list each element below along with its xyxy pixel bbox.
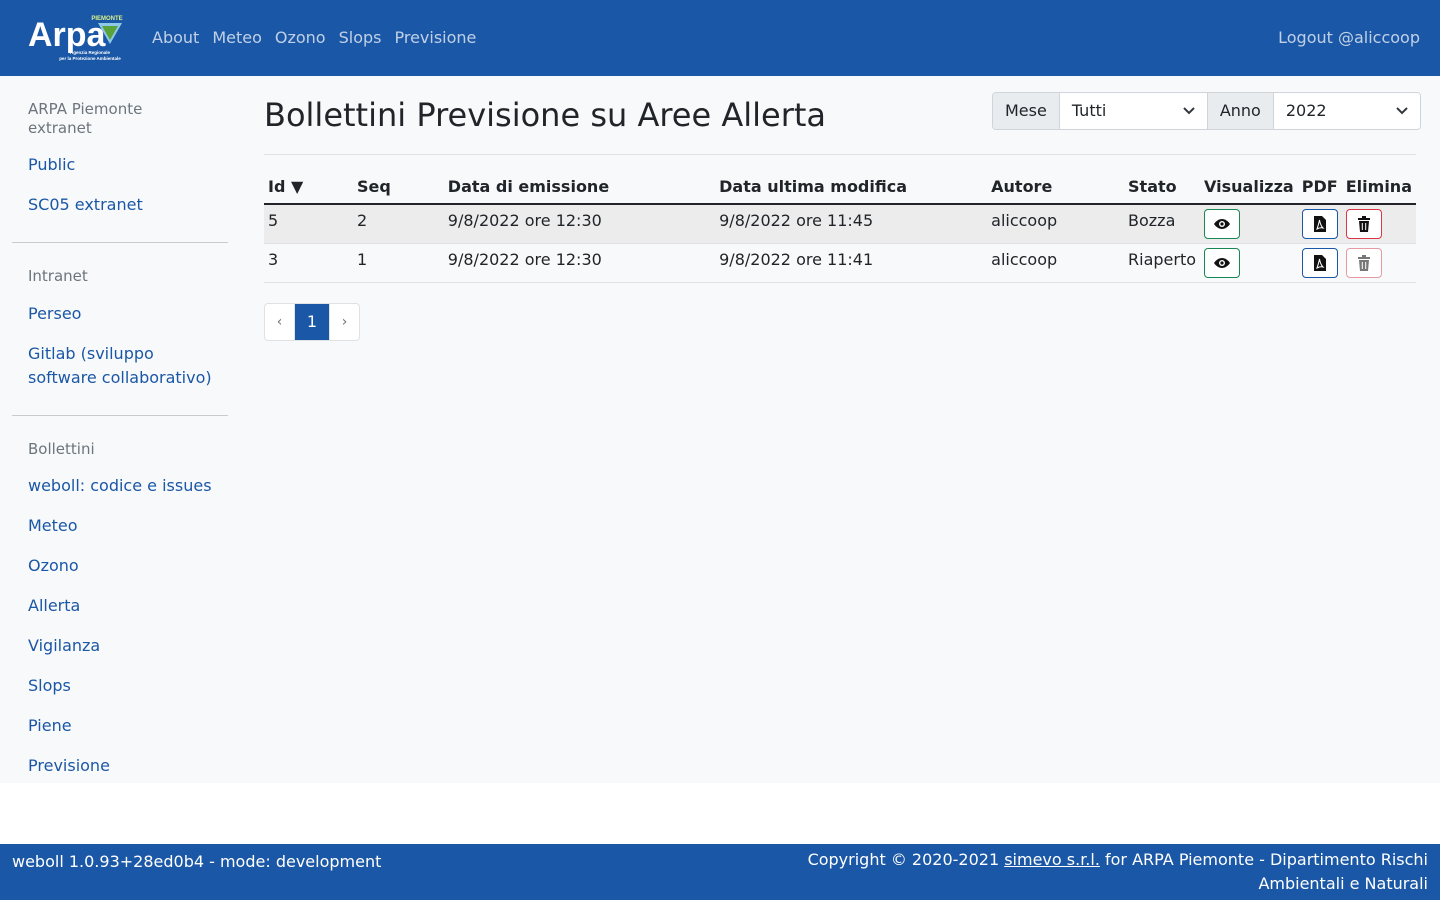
sidebar-heading-extranet: ARPA Piemonte extranet bbox=[28, 100, 143, 137]
copyright: Copyright © 2020-2021 simevo s.r.l. for … bbox=[728, 848, 1428, 896]
chevron-down-icon bbox=[1396, 93, 1408, 129]
copyright-suffix: for ARPA Piemonte - Dipartimento Rischi … bbox=[1099, 850, 1428, 893]
nav-link-previsione[interactable]: Previsione bbox=[394, 27, 476, 49]
cell-modifica: 9/8/2022 ore 11:45 bbox=[715, 204, 988, 244]
mese-label: Mese bbox=[993, 93, 1060, 129]
pagination-page-current[interactable]: 1 bbox=[295, 304, 329, 340]
logout-link[interactable]: Logout @aliccoop bbox=[1278, 27, 1420, 49]
company-link[interactable]: simevo s.r.l. bbox=[1004, 850, 1100, 869]
sidebar: ARPA Piemonte extranet Public SC05 extra… bbox=[12, 76, 228, 778]
page-title: Bollettini Previsione su Aree Allerta bbox=[264, 96, 826, 134]
cell-elimina bbox=[1341, 243, 1416, 283]
sidebar-heading-bollettini: Bollettini bbox=[28, 440, 95, 458]
sidebar-link-public[interactable]: Public bbox=[12, 153, 228, 177]
cell-id: 5 bbox=[264, 204, 353, 244]
pdf-button[interactable] bbox=[1301, 209, 1338, 239]
sidebar-link-weboll[interactable]: weboll: codice e issues bbox=[12, 474, 228, 498]
nav-link-about[interactable]: About bbox=[152, 27, 199, 49]
delete-button[interactable] bbox=[1345, 209, 1382, 239]
svg-text:Agenzia Regionale: Agenzia Regionale bbox=[70, 50, 111, 55]
column-header-modifica: Data ultima modifica bbox=[715, 171, 988, 205]
sidebar-link-piene[interactable]: Piene bbox=[12, 714, 228, 738]
pagination: ‹ 1 › bbox=[264, 303, 360, 341]
cell-stato: Bozza bbox=[1124, 204, 1201, 244]
cell-autore: aliccoop bbox=[987, 243, 1125, 283]
cell-visualizza bbox=[1200, 204, 1298, 244]
delete-button-disabled[interactable] bbox=[1345, 248, 1382, 278]
column-header-visualizza: Visualizza bbox=[1200, 171, 1298, 205]
cell-autore: aliccoop bbox=[987, 204, 1125, 244]
cell-emissione: 9/8/2022 ore 12:30 bbox=[443, 243, 716, 283]
cell-seq: 1 bbox=[353, 243, 444, 283]
cell-emissione: 9/8/2022 ore 12:30 bbox=[443, 204, 716, 244]
sidebar-link-previsione[interactable]: Previsione bbox=[12, 754, 228, 778]
sidebar-link-meteo[interactable]: Meteo bbox=[12, 514, 228, 538]
main-nav: About Meteo Ozono Slops Previsione bbox=[152, 27, 489, 49]
cell-id: 3 bbox=[264, 243, 353, 283]
sidebar-divider bbox=[12, 242, 228, 243]
cell-stato: Riaperto bbox=[1124, 243, 1201, 283]
pagination-next[interactable]: › bbox=[329, 304, 359, 340]
view-button[interactable] bbox=[1204, 209, 1241, 239]
cell-visualizza bbox=[1200, 243, 1298, 283]
file-pdf-icon bbox=[1313, 255, 1326, 271]
trash-icon bbox=[1357, 216, 1370, 232]
table-row: 3 1 9/8/2022 ore 12:30 9/8/2022 ore 11:4… bbox=[264, 243, 1416, 283]
mese-selected-value: Tutti bbox=[1071, 101, 1107, 120]
column-header-seq: Seq bbox=[353, 171, 444, 205]
mese-select[interactable]: Tutti bbox=[1059, 93, 1208, 129]
cell-modifica: 9/8/2022 ore 11:41 bbox=[715, 243, 988, 283]
anno-selected-value: 2022 bbox=[1285, 101, 1327, 120]
cell-elimina bbox=[1341, 204, 1416, 244]
title-divider bbox=[264, 154, 1416, 155]
sidebar-divider bbox=[12, 415, 228, 416]
column-header-id[interactable]: Id ▼ bbox=[264, 171, 353, 205]
sidebar-link-gitlab[interactable]: Gitlab (sviluppo software collaborativo) bbox=[12, 342, 228, 390]
trash-icon bbox=[1357, 255, 1370, 271]
bollettini-table: Id ▼ Seq Data di emissione Data ultima m… bbox=[264, 171, 1416, 283]
pagination-prev[interactable]: ‹ bbox=[265, 304, 295, 340]
column-header-stato: Stato bbox=[1124, 171, 1201, 205]
pdf-button[interactable] bbox=[1301, 248, 1338, 278]
svg-text:Arpa: Arpa bbox=[28, 16, 107, 54]
arpa-logo[interactable]: PIEMONTE Arpa Agenzia Regionale per la P… bbox=[28, 14, 130, 62]
sidebar-link-sc05-extranet[interactable]: SC05 extranet bbox=[12, 193, 228, 217]
nav-link-slops[interactable]: Slops bbox=[339, 27, 382, 49]
nav-link-meteo[interactable]: Meteo bbox=[212, 27, 262, 49]
chevron-down-icon bbox=[1183, 93, 1195, 129]
column-header-autore: Autore bbox=[987, 171, 1125, 205]
sidebar-link-ozono[interactable]: Ozono bbox=[12, 554, 228, 578]
file-pdf-icon bbox=[1313, 216, 1326, 232]
top-navbar: PIEMONTE Arpa Agenzia Regionale per la P… bbox=[0, 0, 1440, 76]
table-header-row: Id ▼ Seq Data di emissione Data ultima m… bbox=[264, 171, 1416, 205]
cell-seq: 2 bbox=[353, 204, 444, 244]
footer: weboll 1.0.93+28ed0b4 - mode: developmen… bbox=[0, 844, 1440, 900]
anno-label: Anno bbox=[1207, 93, 1274, 129]
sidebar-link-perseo[interactable]: Perseo bbox=[12, 302, 228, 326]
column-header-emissione: Data di emissione bbox=[443, 171, 716, 205]
eye-icon bbox=[1214, 219, 1231, 229]
view-button[interactable] bbox=[1204, 248, 1241, 278]
svg-text:per la Protezione Ambientale: per la Protezione Ambientale bbox=[59, 56, 121, 61]
column-header-elimina: Elimina bbox=[1341, 171, 1416, 205]
eye-icon bbox=[1214, 258, 1231, 268]
sidebar-link-slops[interactable]: Slops bbox=[12, 674, 228, 698]
sidebar-link-vigilanza[interactable]: Vigilanza bbox=[12, 634, 228, 658]
sidebar-link-allerta[interactable]: Allerta bbox=[12, 594, 228, 618]
page-body: ARPA Piemonte extranet Public SC05 extra… bbox=[0, 76, 1440, 783]
table-row: 5 2 9/8/2022 ore 12:30 9/8/2022 ore 11:4… bbox=[264, 204, 1416, 244]
copyright-prefix: Copyright © 2020-2021 bbox=[807, 850, 1005, 869]
filter-group: Mese Tutti Anno 2022 bbox=[992, 92, 1421, 130]
anno-select[interactable]: 2022 bbox=[1273, 93, 1420, 129]
column-header-pdf: PDF bbox=[1297, 171, 1342, 205]
version-info: weboll 1.0.93+28ed0b4 - mode: developmen… bbox=[12, 852, 382, 871]
nav-link-ozono[interactable]: Ozono bbox=[275, 27, 326, 49]
cell-pdf bbox=[1297, 204, 1342, 244]
cell-pdf bbox=[1297, 243, 1342, 283]
sidebar-heading-intranet: Intranet bbox=[28, 267, 88, 285]
